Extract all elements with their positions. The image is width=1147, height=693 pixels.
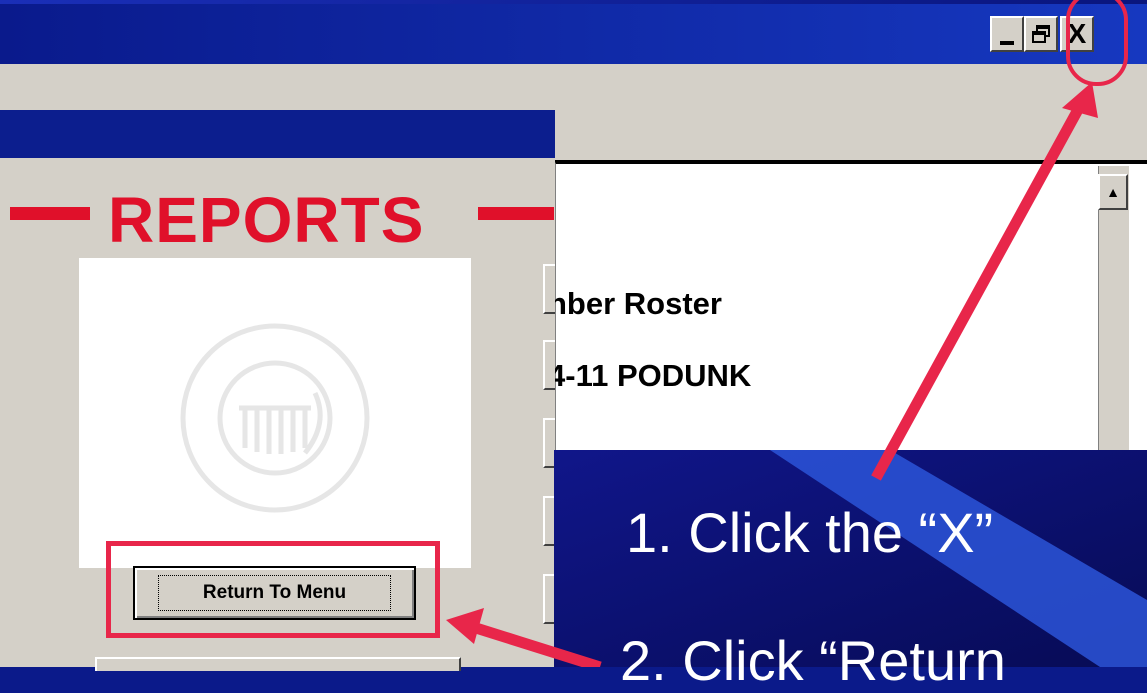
arrow-to-return <box>474 622 602 667</box>
arrow-to-close-head <box>1062 82 1098 118</box>
arrow-overlay <box>446 82 1098 667</box>
arrow-to-return-head <box>446 608 484 644</box>
arrow-to-close <box>871 103 1085 481</box>
